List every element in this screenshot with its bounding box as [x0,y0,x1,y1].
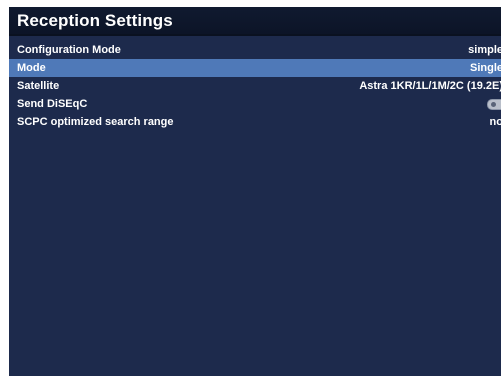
title-bar: Reception Settings [9,7,501,36]
setting-value: Single [469,62,501,74]
setting-label: Satellite [17,80,60,92]
setting-label: Send DiSEqC [17,98,88,110]
reception-settings-screen: Reception Settings Configuration Mode si… [9,7,501,376]
page-title: Reception Settings [17,11,173,30]
setting-label: Configuration Mode [17,44,121,56]
setting-row-mode[interactable]: Mode Single [9,59,501,77]
setting-row-send-diseqc[interactable]: Send DiSEqC [9,95,501,113]
setting-value: no [489,116,501,128]
setting-label: SCPC optimized search range [17,116,174,128]
setting-row-configuration-mode[interactable]: Configuration Mode simple [9,41,501,59]
setting-row-satellite[interactable]: Satellite Astra 1KR/1L/1M/2C (19.2E) [9,77,501,95]
setting-value: Astra 1KR/1L/1M/2C (19.2E) [359,80,501,92]
toggle-knob-icon [491,102,496,107]
setting-label: Mode [17,62,46,74]
settings-list: Configuration Mode simple Mode Single Sa… [9,41,501,131]
setting-row-scpc-search-range[interactable]: SCPC optimized search range no [9,113,501,131]
send-diseqc-toggle[interactable] [487,99,501,110]
setting-value: simple [468,44,501,56]
